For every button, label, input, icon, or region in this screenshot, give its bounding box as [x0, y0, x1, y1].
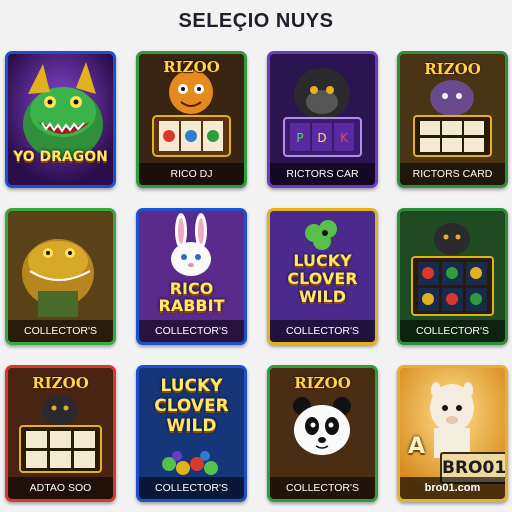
- tile-art-title-2: CLOVER: [287, 269, 358, 288]
- game-tile-rico-rabbit[interactable]: RICO RABBIT COLLECTOR'S CARD: [136, 208, 247, 345]
- tile-label: RICO DJ: [139, 163, 244, 185]
- tile-label: COLLECTOR'S CARD: [270, 320, 375, 342]
- tile-label: COLLECTOR'S CARD: [139, 477, 244, 499]
- tile-label: ADTAO SOO: [8, 477, 113, 499]
- game-tile-rico-dj[interactable]: RIZOO RICO DJ: [136, 51, 247, 188]
- tile-logo: RIZOO: [163, 58, 220, 76]
- game-tile-lucky-clover-wild-blue[interactable]: LUCKY CLOVER WILD COLLECTOR'S CARD: [136, 365, 247, 502]
- game-tile-rictors-car[interactable]: P D K RICTORS CAR: [267, 51, 378, 188]
- tile-art-title-3: WILD: [166, 416, 217, 436]
- game-tile-rictors-card[interactable]: RIZOO RICTORS CARD: [397, 51, 508, 188]
- game-tile-bro01-alpaca[interactable]: A BRO01 bro01.com: [397, 365, 508, 502]
- tile-label: bro01.com: [400, 477, 505, 499]
- svg-text:K: K: [340, 131, 349, 145]
- game-tile-collectors-card-gorilla[interactable]: COLLECTOR'S CARD: [397, 208, 508, 345]
- tile-art-title-2: RABBIT: [158, 296, 225, 315]
- game-tile-lucky-clover-wild[interactable]: LUCKY CLOVER WILD COLLECTOR'S CARD: [267, 208, 378, 345]
- svg-text:P: P: [296, 131, 303, 145]
- tile-art-title-3: WILD: [298, 287, 347, 306]
- dragon-artwork: [8, 54, 113, 185]
- game-tile-rizoo-panda[interactable]: RIZOO COLLECTOR'S CARD: [267, 365, 378, 502]
- tile-label: RICTORS CARD: [400, 163, 505, 185]
- tile-art-title-1: LUCKY: [160, 376, 223, 396]
- tile-art-title-1: LUCKY: [293, 251, 352, 270]
- tile-label: COLLECTOR'S CARD: [139, 320, 244, 342]
- tile-label: COLLECTOR'S CARD: [8, 320, 113, 342]
- game-grid: YO DRAGON RIZOO RICO DJ P D K RICTORS CA…: [4, 51, 508, 502]
- page-title: SELEÇIO NUYS: [178, 10, 334, 32]
- tile-logo: RIZOO: [424, 60, 481, 78]
- game-tile-adtao-soo[interactable]: RIZOO ADTAO SOO: [5, 365, 116, 502]
- tile-art-title-2: CLOVER: [154, 396, 229, 416]
- tile-logo: RIZOO: [32, 374, 89, 392]
- tile-art-title-1: RICO: [169, 279, 214, 298]
- tile-logo: RIZOO: [294, 374, 351, 392]
- tile-label: RICTORS CAR: [270, 163, 375, 185]
- game-tile-yo-dragon[interactable]: YO DRAGON: [5, 51, 116, 188]
- tile-label: COLLECTOR'S CARD: [400, 320, 505, 342]
- tile-label: COLLECTOR'S CARD: [270, 477, 375, 499]
- svg-text:D: D: [317, 131, 326, 145]
- game-tile-collectors-card-croc[interactable]: COLLECTOR'S CARD: [5, 208, 116, 345]
- tile-art-title: YO DRAGON: [13, 149, 108, 165]
